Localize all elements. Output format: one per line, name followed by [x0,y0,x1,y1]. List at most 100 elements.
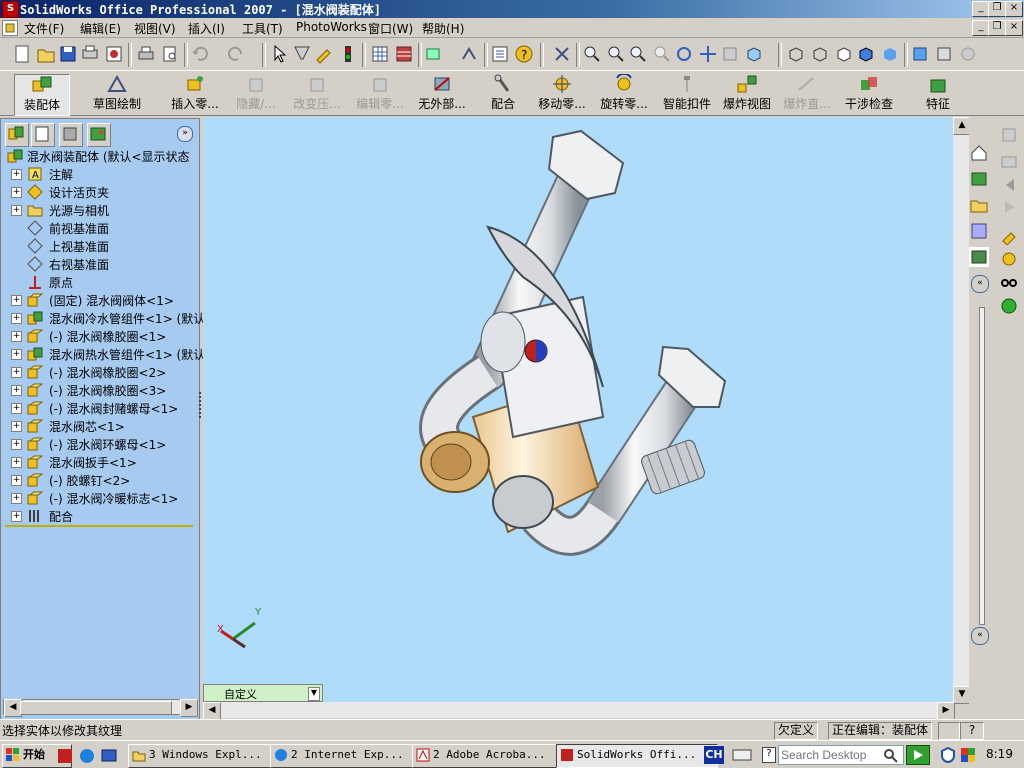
viewport-horizontal-scrollbar[interactable]: ◀ ▶ [203,702,955,720]
restore-button[interactable]: ❐ [988,1,1006,17]
task-windows-explorer[interactable]: 3 Windows Expl... [128,744,288,768]
tree-horizontal-scrollbar[interactable]: ◀ ▶ [3,699,198,717]
pane-tool-icon[interactable] [999,225,1019,246]
document-icon[interactable] [2,20,18,36]
redo-icon[interactable] [226,44,246,64]
collapse-task-pane-icon[interactable]: « [971,275,989,293]
menu-photoworks[interactable]: PhotoWorks [296,20,367,34]
view-3d-icon[interactable] [720,44,740,64]
expand-toggle-icon[interactable]: + [11,493,22,504]
pane-first-icon[interactable] [999,175,1019,195]
print-preview-pane-icon[interactable] [999,125,1019,145]
wireframe-icon[interactable] [786,44,806,64]
print-setup-icon[interactable] [80,44,100,64]
expand-toggle-icon[interactable]: + [11,295,22,306]
grid-options-icon[interactable] [370,44,390,64]
insert-components-button[interactable]: 插入零... [166,74,224,114]
chevron-down-icon[interactable]: ▼ [308,687,320,701]
solidworks-app-icon[interactable]: S [2,1,19,18]
expand-toggle-icon[interactable]: + [11,403,22,414]
pane-gear-icon[interactable] [999,249,1019,269]
scroll-thumb[interactable] [20,701,172,715]
view-orientation-icon[interactable] [552,44,572,64]
rotate-component-button[interactable]: 旋转零... [596,74,652,114]
expand-toggle-icon[interactable]: + [11,457,22,468]
save-icon[interactable] [58,44,78,64]
pane-glasses-icon[interactable] [999,273,1019,293]
quicklaunch-ie-icon[interactable] [78,747,96,765]
section-view-icon[interactable] [910,44,930,64]
feature-tree-tab[interactable] [5,123,29,147]
search-go-button[interactable] [906,745,930,765]
hide-show-button[interactable]: 隐藏/... [230,74,282,114]
viewport-vertical-scrollbar[interactable]: ▲ ▼ [953,117,971,704]
pane-camera-icon[interactable] [999,151,1019,171]
options-icon[interactable] [394,44,414,64]
sketch-tools-icon[interactable] [460,44,480,64]
standard-views-icon[interactable] [744,44,764,64]
display-manager-tab[interactable] [87,123,111,147]
desktop-search-box[interactable] [778,745,904,765]
open-icon[interactable] [36,44,56,64]
menu-edit[interactable]: 编辑(E) [80,20,121,37]
close-button[interactable]: × [1005,1,1023,17]
select-filter-icon[interactable] [292,44,312,64]
scroll-right-arrow[interactable]: ▶ [180,699,198,717]
hidden-lines-visible-icon[interactable] [810,44,830,64]
interference-detection-button[interactable]: 干涉检查 [842,74,896,114]
quicklaunch-solidworks-icon[interactable] [56,747,74,765]
realview-icon[interactable] [934,44,954,64]
expand-toggle-icon[interactable]: + [11,439,22,450]
sketch-tab-button[interactable]: 草图绘制 [84,74,150,114]
zoom-selection-icon[interactable] [652,44,672,64]
expand-toggle-icon[interactable]: + [11,511,22,522]
no-external-refs-button[interactable]: 无外部... [412,74,472,114]
scroll-left-arrow[interactable]: ◀ [203,702,221,720]
design-library-icon[interactable] [969,169,989,189]
features-tab-button[interactable]: 特征 [918,74,958,114]
task-internet-explorer[interactable]: 2 Internet Exp... [270,744,430,768]
expand-toggle-icon[interactable]: + [11,385,22,396]
shaded-icon[interactable] [880,44,900,64]
appearances-icon[interactable] [969,247,989,267]
expand-toggle-icon[interactable]: + [11,187,22,198]
print-preview-icon[interactable] [160,44,180,64]
expand-toggle-icon[interactable]: + [11,331,22,342]
move-component-button[interactable]: 移动零... [534,74,590,114]
traffic-light-icon[interactable] [338,44,358,64]
expand-toggle-icon[interactable]: + [11,169,22,180]
quicklaunch-desktop-icon[interactable] [100,747,118,765]
task-pane-splitter[interactable] [979,307,985,625]
desktop-search-input[interactable] [781,747,877,763]
graphics-viewport[interactable]: Y X 自定义 ▼ [203,117,953,702]
property-manager-tab[interactable] [31,123,55,147]
explode-line-sketch-button[interactable]: 爆炸直... [778,74,836,114]
undo-icon[interactable] [190,44,210,64]
pane-play-icon[interactable] [999,197,1019,217]
mate-button[interactable]: 配合 [486,74,520,114]
search-icon[interactable] [969,221,989,241]
file-explorer-icon[interactable] [969,195,989,215]
menu-help[interactable]: 帮助(H) [422,20,464,37]
hidden-lines-removed-icon[interactable] [834,44,854,64]
pan-icon[interactable] [698,44,718,64]
component-properties-icon[interactable] [424,44,444,64]
antivirus-tray-icon[interactable] [940,746,956,764]
task-solidworks[interactable]: SolidWorks Offi... [556,744,718,768]
status-help-icon[interactable]: ? [960,722,984,740]
shaded-with-edges-icon[interactable] [856,44,876,64]
doc-close-button[interactable]: × [1005,20,1023,36]
menu-tools[interactable]: 工具(T) [242,20,283,37]
scroll-right-arrow[interactable]: ▶ [937,702,955,720]
smart-fasteners-button[interactable]: 智能扣件 [660,74,714,114]
make-drawing-icon[interactable] [104,44,124,64]
expand-toggle-icon[interactable]: + [11,367,22,378]
expand-toggle-icon[interactable]: + [11,421,22,432]
menu-view[interactable]: 视图(V) [134,20,176,37]
zoom-to-area-icon[interactable] [606,44,626,64]
language-indicator[interactable]: CH [704,746,724,764]
shadows-icon[interactable] [958,44,978,64]
new-icon[interactable] [12,44,32,64]
task-adobe-acrobat[interactable]: 2 Adobe Acroba... [412,744,574,768]
expand-toggle-icon[interactable]: + [11,349,22,360]
